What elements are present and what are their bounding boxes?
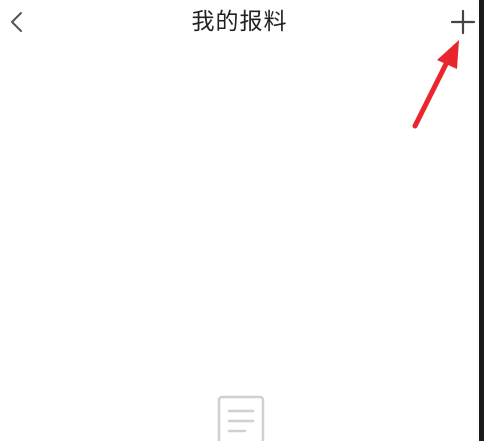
red-arrow-icon	[412, 40, 459, 129]
document-icon	[217, 395, 265, 441]
screen: 我的报料	[0, 0, 484, 441]
screen-edge	[479, 0, 484, 441]
